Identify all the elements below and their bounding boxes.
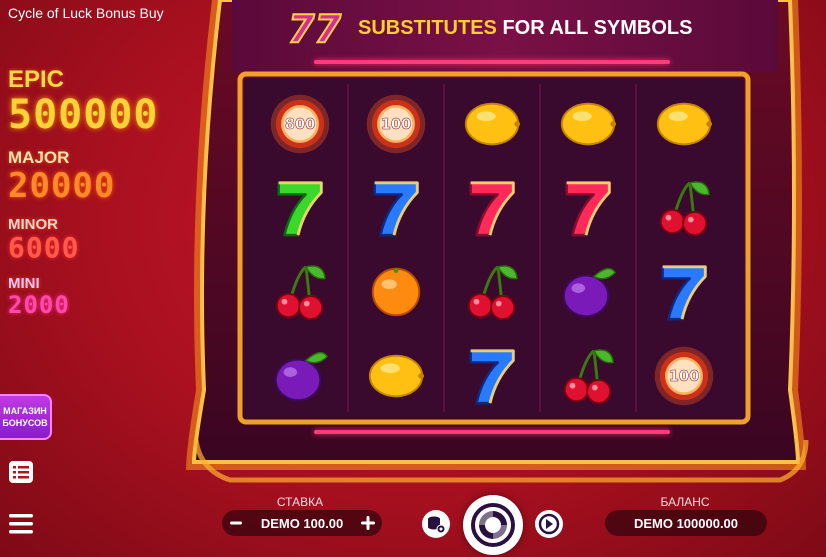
symbol-plum xyxy=(252,334,348,418)
symbol-seven-blue xyxy=(348,166,444,250)
symbol-lemon xyxy=(444,82,540,166)
symbol-seven-blue xyxy=(444,334,540,418)
plus-icon[interactable] xyxy=(358,513,378,533)
symbol-cherry xyxy=(444,250,540,334)
reel-1: 800 xyxy=(252,80,348,414)
lemon-icon xyxy=(368,354,425,398)
fireball-coin-icon: 100 xyxy=(654,346,714,406)
cherry-icon xyxy=(659,181,710,237)
symbol-lemon xyxy=(540,82,636,166)
symbol-lemon xyxy=(636,82,732,166)
reel-grid: 800 100 100 xyxy=(248,80,742,414)
cherry-icon xyxy=(563,349,614,405)
lemon-icon xyxy=(560,102,617,146)
symbol-seven-blue xyxy=(636,250,732,334)
symbol-coin: 100 xyxy=(348,82,444,166)
lemon-icon xyxy=(656,102,713,146)
symbol-seven-red xyxy=(444,166,540,250)
seven-green-icon xyxy=(277,181,323,237)
cherry-icon xyxy=(275,265,326,321)
symbol-cherry xyxy=(636,166,732,250)
lemon-icon xyxy=(464,102,521,146)
orange-icon xyxy=(371,267,421,317)
coin-value: 100 xyxy=(669,368,700,385)
top-neon-bar xyxy=(314,60,670,64)
plum-icon xyxy=(274,351,329,402)
symbol-cherry xyxy=(252,250,348,334)
symbol-seven-green xyxy=(252,166,348,250)
wild-77-icon: 77 xyxy=(287,8,342,48)
wild-symbol-text: 77 xyxy=(288,8,341,48)
bet-control: DEMO 100.00 xyxy=(222,510,382,536)
banner-highlight: SUBSTITUTES xyxy=(358,16,497,39)
bottom-neon-bar xyxy=(314,430,670,434)
bet-label: СТАВКА xyxy=(276,495,324,509)
balance-label: БАЛАНС xyxy=(660,495,710,509)
coin-value: 800 xyxy=(285,116,316,133)
minus-icon[interactable] xyxy=(226,513,246,533)
fireball-coin-icon: 800 xyxy=(270,94,330,154)
turbo-button[interactable] xyxy=(535,510,563,538)
balance-value: DEMO 100000.00 xyxy=(605,510,767,536)
symbol-seven-red xyxy=(540,166,636,250)
symbol-cherry xyxy=(540,334,636,418)
seven-red-icon xyxy=(469,181,515,237)
symbol-plum xyxy=(540,250,636,334)
autoplay-settings-button[interactable] xyxy=(422,510,450,538)
control-bar: СТАВКА DEMO 100.00 БАЛАНС DEMO 100000.00 xyxy=(0,490,826,557)
plum-icon xyxy=(562,267,617,318)
banner-text: SUBSTITUTES FOR ALL SYMBOLS xyxy=(358,17,692,40)
reel-5: 100 xyxy=(636,80,732,414)
symbol-coin: 800 xyxy=(252,82,348,166)
seven-blue-icon xyxy=(469,349,515,405)
fireball-coin-icon: 100 xyxy=(366,94,426,154)
coin-value: 100 xyxy=(381,116,412,133)
wild-banner: 77 SUBSTITUTES FOR ALL SYMBOLS xyxy=(286,8,716,48)
seven-blue-icon xyxy=(661,265,707,321)
reel-3 xyxy=(444,80,540,414)
cherry-icon xyxy=(467,265,518,321)
banner-rest: FOR ALL SYMBOLS xyxy=(496,16,693,39)
autoplay-settings-icon xyxy=(428,516,446,534)
symbol-orange xyxy=(348,250,444,334)
seven-blue-icon xyxy=(373,181,419,237)
reel-2: 100 xyxy=(348,80,444,414)
symbol-lemon xyxy=(348,334,444,418)
symbol-coin: 100 xyxy=(636,334,732,418)
seven-red-icon xyxy=(565,181,611,237)
spin-icon xyxy=(471,503,515,547)
spin-button[interactable] xyxy=(463,495,523,555)
bet-value: DEMO 100.00 xyxy=(260,515,344,531)
reel-4 xyxy=(540,80,636,414)
turbo-icon xyxy=(538,513,560,535)
